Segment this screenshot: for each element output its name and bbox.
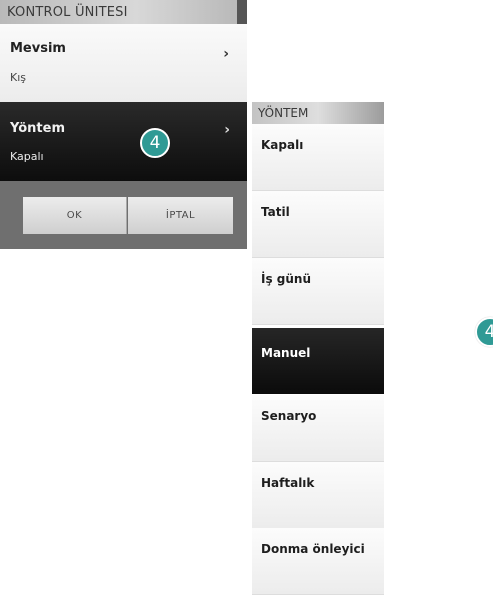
season-value: Kış bbox=[10, 71, 27, 84]
list-item-label: Kapalı bbox=[261, 138, 304, 152]
header-strip bbox=[237, 0, 247, 24]
mode-value: Kapalı bbox=[10, 150, 44, 163]
season-label: Mevsim bbox=[10, 41, 66, 56]
list-item-donma-onleyici[interactable]: Donma önleyici bbox=[252, 528, 384, 595]
list-item-senaryo[interactable]: Senaryo bbox=[252, 395, 384, 462]
list-item-label: Senaryo bbox=[261, 409, 317, 423]
list-item-label: İş günü bbox=[261, 272, 312, 286]
cancel-button[interactable]: İPTAL bbox=[128, 197, 233, 234]
list-item-tatil[interactable]: Tatil bbox=[252, 191, 384, 258]
mode-list-panel: YÖNTEM Kapalı Tatil İş günü Manuel Senar… bbox=[252, 102, 384, 595]
chevron-right-icon: › bbox=[223, 46, 229, 62]
mode-row[interactable]: Yöntem Kapalı › bbox=[0, 102, 247, 181]
list-item-is-gunu[interactable]: İş günü bbox=[252, 258, 384, 325]
list-header: YÖNTEM bbox=[252, 102, 384, 124]
step-callout-badge: 4 bbox=[140, 128, 170, 158]
panel-title: KONTROL ÜNITESI bbox=[7, 5, 128, 20]
panel-header: KONTROL ÜNITESI bbox=[0, 0, 247, 24]
list-item-kapali[interactable]: Kapalı bbox=[252, 124, 384, 191]
mode-label: Yöntem bbox=[10, 121, 65, 136]
chevron-right-icon: › bbox=[224, 122, 230, 138]
list-title: YÖNTEM bbox=[258, 106, 309, 120]
list-item-label: Haftalık bbox=[261, 476, 315, 490]
list-item-label: Donma önleyici bbox=[261, 542, 365, 556]
list-item-label: Manuel bbox=[261, 346, 311, 360]
control-unit-panel: KONTROL ÜNITESI Mevsim Kış › Yöntem Kapa… bbox=[0, 0, 247, 249]
list-item-haftalik[interactable]: Haftalık bbox=[252, 462, 384, 529]
step-callout-badge: 4 bbox=[475, 317, 493, 347]
ok-button[interactable]: OK bbox=[23, 197, 127, 234]
list-item-manuel[interactable]: Manuel bbox=[252, 328, 384, 394]
list-item-label: Tatil bbox=[261, 205, 290, 219]
season-row[interactable]: Mevsim Kış › bbox=[0, 24, 247, 103]
